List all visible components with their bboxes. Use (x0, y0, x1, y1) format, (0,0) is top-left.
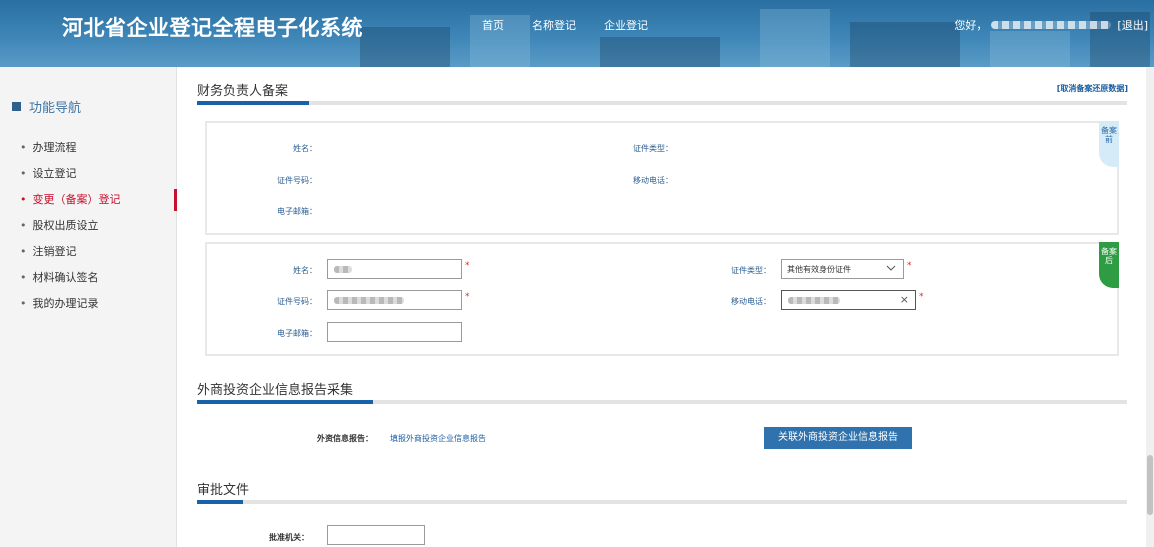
fill-foreign-report-link[interactable]: 填报外商投资企业信息报告 (390, 433, 486, 444)
id-type-select[interactable]: 其他有效身份证件 (781, 259, 904, 279)
main-content: 财务负责人备案 [取消备案还原数据] 备案前 姓名： 证件类型： 证件号码： 移… (177, 67, 1146, 547)
name-input[interactable] (327, 259, 462, 279)
cancel-filing-link[interactable]: [取消备案还原数据] (1057, 83, 1128, 94)
chevron-down-icon (886, 265, 896, 271)
section-divider-accent (197, 500, 243, 504)
nav-enterprise-registration[interactable]: 企业登记 (604, 17, 648, 33)
mobile-input[interactable]: × (781, 290, 916, 310)
before-email-label: 电子邮箱： (277, 207, 317, 216)
app-window: 河北省企业登记全程电子化系统 首页 名称登记 企业登记 您好， [退出] 功能导… (0, 0, 1154, 547)
sidebar-item-label: 办理流程 (32, 141, 77, 154)
bullet-icon: • (20, 297, 27, 310)
associate-report-button[interactable]: 关联外商投资企业信息报告 (764, 427, 912, 449)
site-header: 河北省企业登记全程电子化系统 首页 名称登记 企业登记 您好， [退出] (0, 0, 1154, 67)
after-email-label: 电子邮箱： (277, 329, 317, 338)
before-id-type-label: 证件类型： (633, 144, 673, 153)
required-mark: * (465, 292, 470, 302)
sidebar-item-label: 股权出质设立 (32, 219, 99, 232)
site-title: 河北省企业登记全程电子化系统 (62, 16, 363, 40)
header-decoration (600, 37, 720, 67)
before-id-no-label: 证件号码： (277, 176, 317, 185)
finance-section-title: 财务负责人备案 (197, 84, 289, 99)
required-mark: * (465, 261, 470, 271)
bullet-icon: • (20, 193, 27, 206)
sidebar-item-label: 注销登记 (32, 245, 77, 258)
after-filing-card: 备案后 姓名： * 证件类型： 其他有效身份证件 * 证件号码： * 移动电话：… (205, 242, 1119, 356)
redacted-value (334, 266, 352, 273)
redacted-value (788, 297, 840, 304)
before-filing-tag: 备案前 (1099, 121, 1119, 167)
header-decoration (760, 9, 830, 67)
sidebar-item-process[interactable]: • 办理流程 (0, 135, 177, 161)
section-divider (197, 101, 1127, 105)
sidebar-item-sign-materials[interactable]: • 材料确认签名 (0, 265, 177, 291)
nav-home[interactable]: 首页 (482, 17, 504, 33)
sidebar-item-label: 变更（备案）登记 (32, 193, 121, 206)
foreign-section-title: 外商投资企业信息报告采集 (197, 383, 354, 398)
id-number-input[interactable] (327, 290, 462, 310)
before-mobile-label: 移动电话： (633, 176, 673, 185)
after-id-type-label: 证件类型： (731, 266, 771, 275)
top-nav: 首页 名称登记 企业登记 (482, 17, 676, 33)
before-filing-card: 备案前 姓名： 证件类型： 证件号码： 移动电话： 电子邮箱： (205, 121, 1119, 235)
before-name-label: 姓名： (293, 144, 317, 153)
foreign-report-label: 外资信息报告： (317, 434, 373, 443)
bullet-icon: • (20, 271, 27, 284)
required-mark: * (919, 292, 924, 302)
email-input[interactable] (327, 322, 462, 342)
redacted-username (991, 21, 1112, 29)
sidebar-title: 功能导航 (12, 97, 81, 116)
user-area: 您好， [退出] (954, 17, 1148, 33)
scrollbar-thumb[interactable] (1147, 455, 1153, 515)
after-mobile-label: 移动电话： (731, 297, 771, 306)
approval-authority-label: 批准机关： (269, 533, 309, 542)
bullet-icon: • (20, 167, 27, 180)
sidebar-item-deregistration[interactable]: • 注销登记 (0, 239, 177, 265)
after-name-label: 姓名： (293, 266, 317, 275)
sidebar-item-establish[interactable]: • 设立登记 (0, 161, 177, 187)
sidebar-title-text: 功能导航 (29, 101, 82, 116)
clear-icon[interactable]: × (900, 294, 909, 306)
greeting-text: 您好， (954, 19, 988, 32)
nav-name-registration[interactable]: 名称登记 (532, 17, 576, 33)
after-id-no-label: 证件号码： (277, 297, 317, 306)
header-decoration (850, 22, 960, 67)
redacted-value (334, 297, 404, 304)
sidebar: 功能导航 • 办理流程 • 设立登记 • 变更（备案）登记 • 股权出质设立 • 注销登记… (0, 67, 177, 547)
header-decoration (360, 27, 450, 67)
sidebar-item-equity-pledge[interactable]: • 股权出质设立 (0, 213, 177, 239)
sidebar-nav-list: • 办理流程 • 设立登记 • 变更（备案）登记 • 股权出质设立 • 注销登记 • 材料确… (0, 135, 177, 317)
bullet-icon: • (20, 141, 27, 154)
sidebar-item-label: 材料确认签名 (32, 271, 99, 284)
square-icon (12, 102, 21, 111)
sidebar-item-change[interactable]: • 变更（备案）登记 (0, 187, 177, 213)
logout-link[interactable]: [退出] (1117, 17, 1148, 33)
section-divider (197, 500, 1127, 504)
section-divider (197, 400, 1127, 404)
header-decoration (990, 31, 1070, 67)
approval-section-title: 审批文件 (197, 483, 250, 498)
sidebar-item-my-records[interactable]: • 我的办理记录 (0, 291, 177, 317)
vertical-scrollbar[interactable] (1146, 67, 1154, 547)
sidebar-item-label: 设立登记 (32, 167, 77, 180)
sidebar-item-label: 我的办理记录 (32, 297, 99, 310)
bullet-icon: • (20, 245, 27, 258)
id-type-selected-value: 其他有效身份证件 (787, 265, 851, 274)
bullet-icon: • (20, 219, 27, 232)
approval-authority-input[interactable] (327, 525, 425, 545)
required-mark: * (907, 261, 912, 271)
section-divider-accent (197, 101, 309, 105)
section-divider-accent (197, 400, 373, 404)
after-filing-tag: 备案后 (1099, 242, 1119, 288)
